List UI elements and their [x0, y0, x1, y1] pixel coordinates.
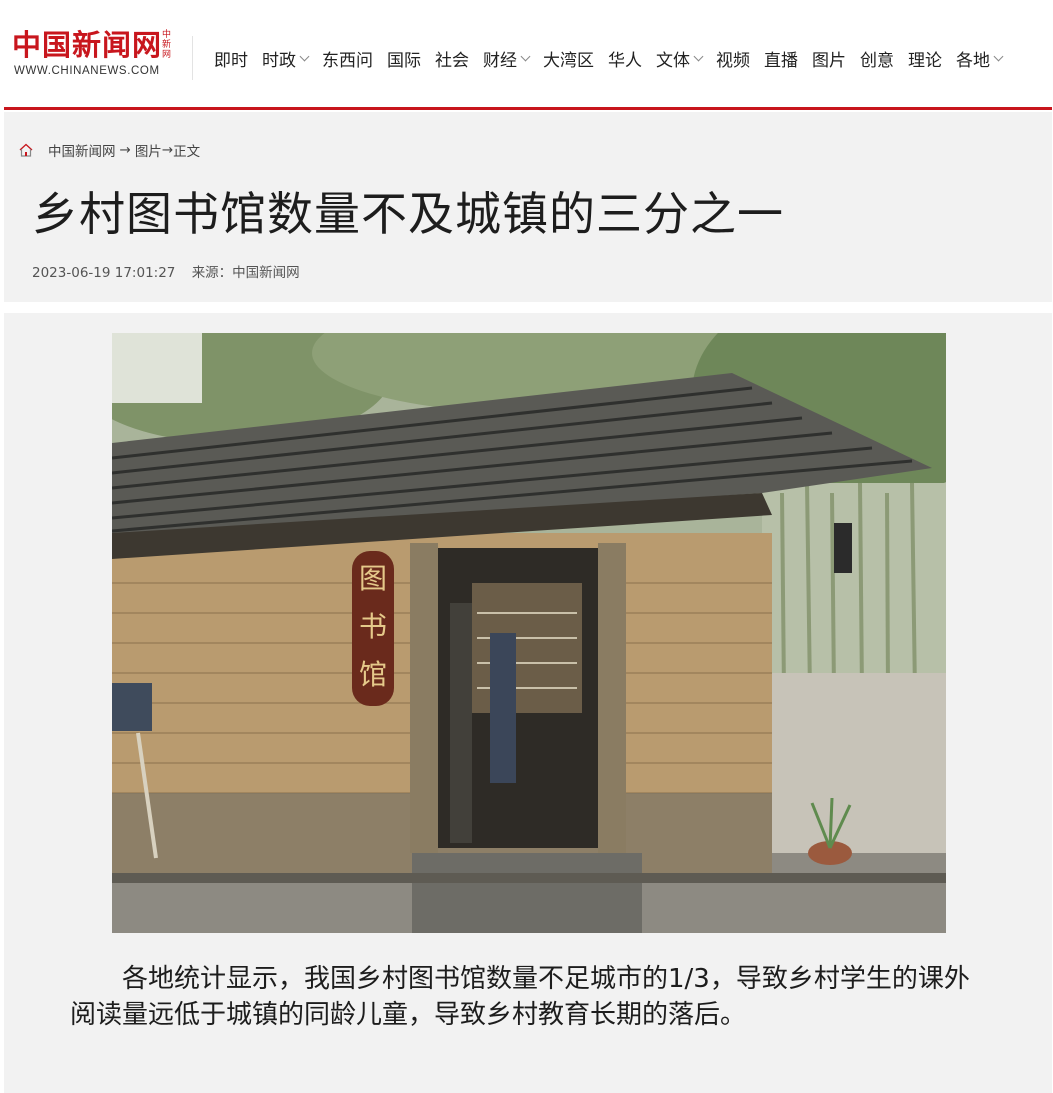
breadcrumb: 中国新闻网 → 图片 → 正文 — [18, 140, 200, 160]
chevron-down-icon — [299, 51, 310, 61]
article-content-panel: 图 书 馆 各地统计显示，我国乡村图书馆数量不足城市的1/3，导致乡村学生的课外… — [4, 313, 1052, 1093]
nav-item-chuangyi[interactable]: 创意 — [860, 46, 894, 71]
site-header: 中国新闻网 中新网 WWW.CHINANEWS.COM 即时 时政 东西问 国际… — [0, 0, 1053, 108]
nav-item-dongxiwen[interactable]: 东西问 — [322, 46, 373, 71]
article-header-panel: 中国新闻网 → 图片 → 正文 乡村图书馆数量不及城镇的三分之一 2023-06… — [4, 112, 1052, 302]
article-body: 各地统计显示，我国乡村图书馆数量不足城市的1/3，导致乡村学生的课外阅读量远低于… — [70, 964, 970, 1030]
nav-item-jishi[interactable]: 即时 — [214, 46, 248, 71]
chevron-down-icon — [993, 51, 1004, 61]
svg-text:图: 图 — [359, 562, 387, 595]
home-icon[interactable] — [18, 142, 34, 158]
nav-item-shipin[interactable]: 视频 — [716, 46, 750, 71]
logo-side-text: 中新网 — [162, 30, 172, 60]
logo-text: 中国新闻网 — [12, 28, 163, 62]
nav-item-shizheng[interactable]: 时政 — [262, 46, 310, 71]
nav-item-lilun[interactable]: 理论 — [908, 46, 942, 71]
nav-item-wenti[interactable]: 文体 — [656, 46, 704, 71]
site-logo[interactable]: 中国新闻网 中新网 WWW.CHINANEWS.COM — [12, 28, 177, 82]
nav-item-dawanqu[interactable]: 大湾区 — [543, 46, 594, 71]
logo-url: WWW.CHINANEWS.COM — [14, 65, 160, 77]
nav-item-tupian[interactable]: 图片 — [812, 46, 846, 71]
nav-item-huaren[interactable]: 华人 — [608, 46, 642, 71]
chevron-down-icon — [693, 51, 704, 61]
header-red-divider — [4, 107, 1052, 110]
article-meta: 2023-06-19 17:01:27 来源：中国新闻网 — [32, 261, 312, 281]
nav-item-guoji[interactable]: 国际 — [387, 46, 421, 71]
breadcrumb-separator: → — [161, 142, 174, 158]
svg-text:馆: 馆 — [359, 658, 387, 691]
article-photo[interactable]: 图 书 馆 — [112, 333, 946, 933]
breadcrumb-site-link[interactable]: 中国新闻网 — [48, 140, 116, 160]
page-title: 乡村图书馆数量不及城镇的三分之一 — [32, 187, 784, 241]
breadcrumb-current: 正文 — [173, 144, 201, 160]
article-datetime: 2023-06-19 17:01:27 — [32, 265, 176, 281]
chevron-down-icon — [520, 51, 531, 61]
nav-item-gedi[interactable]: 各地 — [956, 46, 1004, 71]
svg-text:书: 书 — [359, 610, 387, 643]
photo-library-house: 图 书 馆 — [112, 333, 946, 933]
logo-divider — [192, 36, 193, 80]
main-nav: 即时 时政 东西问 国际 社会 财经 大湾区 华人 文体 视频 直播 图片 创意… — [214, 44, 1004, 72]
nav-item-shehui[interactable]: 社会 — [435, 46, 469, 71]
breadcrumb-separator: → — [119, 142, 131, 158]
nav-item-caijing[interactable]: 财经 — [483, 46, 531, 71]
article-source: 来源：中国新闻网 — [191, 265, 300, 281]
breadcrumb-section-link[interactable]: 图片 — [135, 140, 162, 160]
nav-item-zhibo[interactable]: 直播 — [764, 46, 798, 71]
